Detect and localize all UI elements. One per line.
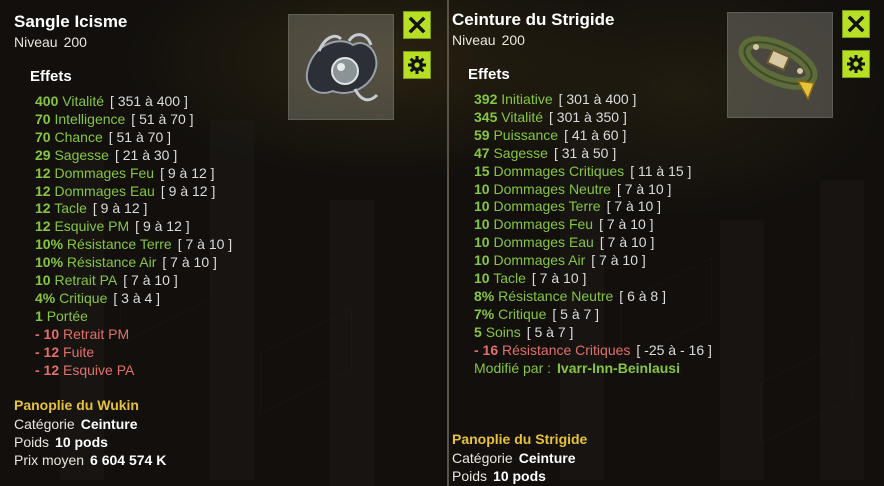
effect-row: 29 Sagesse[ 21 à 30 ] [35,146,178,163]
close-button-right[interactable] [842,10,870,38]
effect-row: 12 Dommages Eau[ 9 à 12 ] [35,182,216,199]
item-image [288,14,394,120]
level-value: 200 [63,34,87,50]
effect-row: 5 Soins[ 5 à 7 ] [474,323,574,340]
item-tooltip-left: Sangle Icisme Niveau 200 Effets 400 Vital… [0,0,447,486]
effects-title: Effets [468,66,510,83]
item-level: Niveau 200 [14,34,87,50]
close-button-left[interactable] [403,11,431,39]
effect-row: 10% Résistance Air[ 7 à 10 ] [35,254,217,271]
effect-row: 70 Intelligence[ 51 à 70 ] [35,110,194,127]
effect-row: 10 Dommages Feu[ 7 à 10 ] [474,216,654,233]
effect-row: 10% Résistance Terre[ 7 à 10 ] [35,236,233,253]
settings-button-left[interactable] [403,51,431,79]
effect-row: 10 Retrait PA[ 7 à 10 ] [35,272,178,289]
category-row: Catégorie Ceinture [452,450,576,466]
effect-row: 7% Critique[ 5 à 7 ] [474,305,600,322]
level-label: Niveau [452,32,496,48]
item-info: Catégorie Ceinture Poids 10 pods [452,449,576,485]
item-name: Ceinture du Strigide [452,10,615,29]
effect-row: 10 Dommages Terre[ 7 à 10 ] [474,198,662,215]
close-x-icon [408,16,426,34]
effect-row: 47 Sagesse[ 31 à 50 ] [474,144,617,161]
weight-row: Poids 10 pods [14,434,108,450]
effect-row: - 10 Retrait PM [35,325,130,342]
effect-row: 400 Vitalité[ 351 à 400 ] [35,93,188,109]
effect-row: 1 Portée [35,307,88,324]
effect-row: 10 Tacle[ 7 à 10 ] [474,270,587,287]
effect-row: 12 Dommages Feu[ 9 à 12 ] [35,164,215,181]
set-link[interactable]: Panoplie du Wukin [14,397,139,413]
effect-row: - 12 Esquive PA [35,361,135,378]
effect-row: 15 Dommages Critiques[ 11 à 15 ] [474,162,692,179]
effect-row: 4% Critique[ 3 à 4 ] [35,289,161,306]
effect-row: 8% Résistance Neutre[ 6 à 8 ] [474,287,666,304]
effect-row: 10 Dommages Neutre[ 7 à 10 ] [474,180,672,197]
item-name: Sangle Icisme [14,12,128,31]
level-value: 200 [501,32,525,48]
category-row: Catégorie Ceinture [14,416,138,432]
close-x-icon [847,15,865,33]
weight-row: Poids 10 pods [452,468,546,484]
item-level: Niveau 200 [452,32,525,48]
effect-row: 59 Puissance[ 41 à 60 ] [474,126,627,143]
set-link[interactable]: Panoplie du Strigide [452,431,587,447]
effect-row: 12 Esquive PM[ 9 à 12 ] [35,218,190,235]
item-tooltip-right: Ceinture du Strigide Niveau 200 Effets 39… [449,0,884,486]
belt-icon [305,33,379,102]
price-row: Prix moyen 6 604 574 K [14,452,167,468]
effect-row: 10 Dommages Eau[ 7 à 10 ] [474,234,655,251]
effect-row: 345 Vitalité[ 301 à 350 ] [474,108,627,125]
effects-list: 392 Initiative[ 301 à 400 ] 345 Vitalité… [474,91,714,378]
effects-list: 400 Vitalité[ 351 à 400 ] 70 Intelligenc… [35,93,232,380]
effect-row: 392 Initiative[ 301 à 400 ] [474,91,637,107]
gear-icon [847,55,865,73]
settings-button-right[interactable] [842,50,870,78]
effect-row: - 16 Résistance Critiques[ -25 à - 16 ] [474,341,712,358]
effect-row: 70 Chance[ 51 à 70 ] [35,128,172,145]
effects-title: Effets [30,68,72,85]
gear-icon [408,56,426,74]
effect-row: 10 Dommages Air[ 7 à 10 ] [474,252,646,269]
level-label: Niveau [14,34,58,50]
modified-by-row: Modifié par : Ivarr-Inn-Beinlausi [474,359,680,376]
item-info: Catégorie Ceinture Poids 10 pods Prix moye… [14,415,166,469]
effect-row: - 12 Fuite [35,343,95,360]
belt-icon [738,36,818,101]
effect-row: 12 Tacle[ 9 à 12 ] [35,200,148,217]
item-image [727,12,833,118]
